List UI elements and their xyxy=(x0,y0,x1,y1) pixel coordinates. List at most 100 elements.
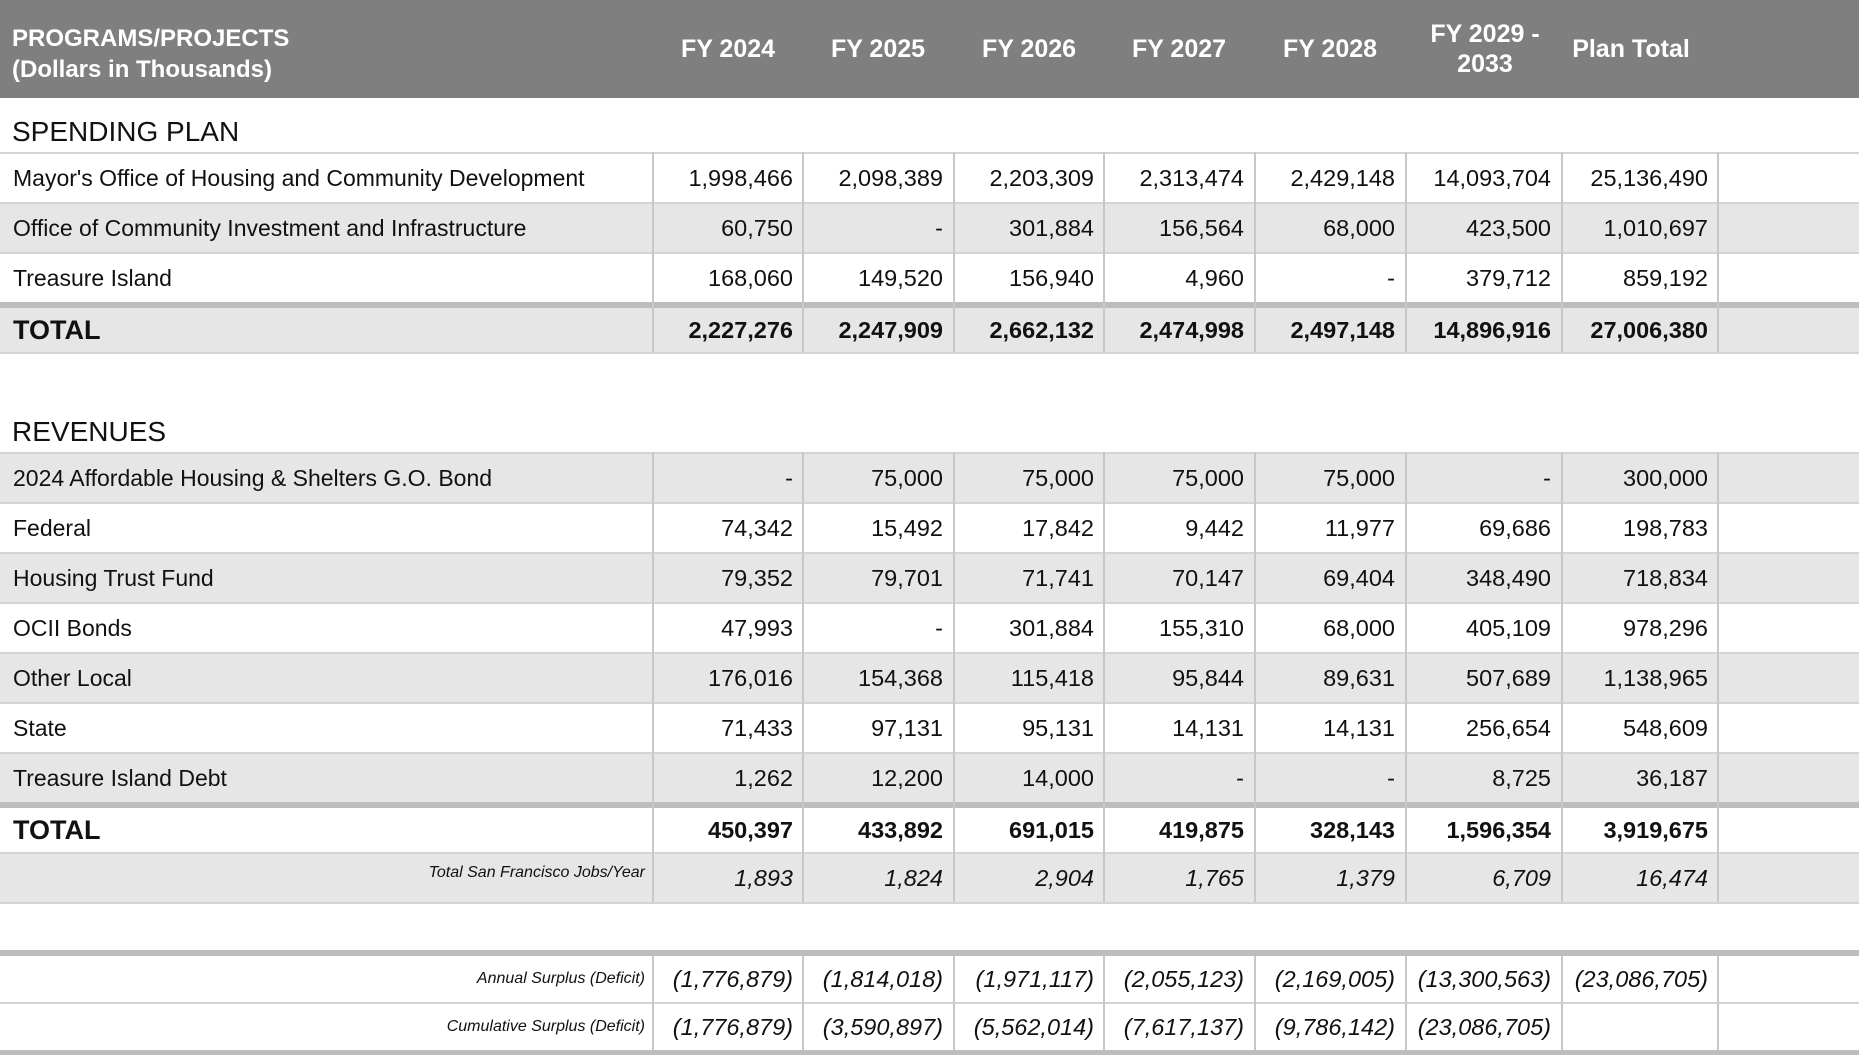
cell-fy2025: - xyxy=(935,214,943,241)
cell-fy2024: 1,262 xyxy=(734,764,793,791)
table-row-housing-trust-fund: Housing Trust Fund 79,352 79,701 71,741 … xyxy=(0,554,1859,602)
cell-fy2024: 176,016 xyxy=(708,664,793,691)
column-divider xyxy=(1254,452,1256,902)
cell-fy2025: 75,000 xyxy=(871,464,943,491)
cell-fy2029-2033: 1,596,354 xyxy=(1446,816,1551,843)
cell-fy2029-2033: 256,654 xyxy=(1466,714,1551,741)
col-header-fy2026: FY 2026 xyxy=(981,35,1077,63)
cell-fy2029-2033: 14,093,704 xyxy=(1433,164,1551,191)
row-label: Total San Francisco Jobs/Year xyxy=(428,864,645,881)
cell-fy2028: 68,000 xyxy=(1323,214,1395,241)
column-divider xyxy=(953,452,955,902)
cell-fy2026: (5,562,014) xyxy=(973,1013,1094,1040)
cell-fy2026: 75,000 xyxy=(1022,464,1094,491)
header-label-line1: PROGRAMS/PROJECTS xyxy=(12,25,290,52)
table-row-spending-total: TOTAL 2,227,276 2,247,909 2,662,132 2,47… xyxy=(0,308,1859,352)
cell-fy2029-2033: (13,300,563) xyxy=(1417,965,1551,992)
cell-fy2026: 71,741 xyxy=(1022,564,1094,591)
table-row-go-bond: 2024 Affordable Housing & Shelters G.O. … xyxy=(0,454,1859,502)
divider xyxy=(0,902,1859,904)
cell-fy2026: 115,418 xyxy=(1010,664,1094,691)
col-header-fy2028: FY 2028 xyxy=(1282,35,1378,63)
cell-fy2025: 433,892 xyxy=(858,816,943,843)
cell-fy2025: (1,814,018) xyxy=(822,965,943,992)
cell-fy2024: - xyxy=(785,464,793,491)
header-label-line2: (Dollars in Thousands) xyxy=(12,56,273,83)
column-divider xyxy=(802,956,804,1050)
cell-fy2026: 691,015 xyxy=(1009,816,1094,843)
row-label: TOTAL xyxy=(13,314,101,345)
cell-fy2024: 168,060 xyxy=(708,264,793,291)
cell-fy2025: (3,590,897) xyxy=(822,1013,943,1040)
cell-fy2028: 1,379 xyxy=(1336,864,1395,891)
column-divider xyxy=(1405,152,1407,352)
col-header-fy2029-2033: FY 2029 - 2033 xyxy=(1430,20,1540,78)
cell-fy2024: 1,893 xyxy=(734,864,793,891)
column-divider xyxy=(802,452,804,902)
row-label: Other Local xyxy=(13,664,132,691)
table-row-state: State 71,433 97,131 95,131 14,131 14,131… xyxy=(0,704,1859,752)
row-label: Treasure Island xyxy=(13,264,172,291)
table-row-federal: Federal 74,342 15,492 17,842 9,442 11,97… xyxy=(0,504,1859,552)
col-header-fy2027: FY 2027 xyxy=(1131,35,1227,63)
cell-fy2024: 2,227,276 xyxy=(688,316,793,343)
column-divider xyxy=(1103,956,1105,1050)
column-divider xyxy=(652,452,654,902)
cell-fy2026: 156,940 xyxy=(1009,264,1094,291)
cell-fy2024: 71,433 xyxy=(721,714,793,741)
cell-fy2029-2033: (23,086,705) xyxy=(1417,1013,1551,1040)
cell-fy2028: 14,131 xyxy=(1323,714,1395,741)
cell-fy2025: 149,520 xyxy=(858,264,943,291)
row-label: Cumulative Surplus (Deficit) xyxy=(446,1018,645,1035)
cell-fy2024: (1,776,879) xyxy=(672,1013,793,1040)
cell-fy2028: 69,404 xyxy=(1323,564,1395,591)
row-label: Federal xyxy=(13,514,91,541)
cell-fy2025: - xyxy=(935,614,943,641)
cell-fy2028: 68,000 xyxy=(1323,614,1395,641)
cell-fy2027: 2,474,998 xyxy=(1139,316,1244,343)
column-divider xyxy=(1405,956,1407,1050)
cell-fy2028: - xyxy=(1387,764,1395,791)
column-divider xyxy=(1717,956,1719,1050)
cell-fy2025: 154,368 xyxy=(858,664,943,691)
cell-plan-total: 3,919,675 xyxy=(1603,816,1708,843)
row-label: TOTAL xyxy=(13,814,101,845)
section-title-spending-plan: SPENDING PLAN xyxy=(12,116,240,147)
cell-plan-total: 25,136,490 xyxy=(1590,164,1708,191)
cell-fy2025: 2,098,389 xyxy=(838,164,943,191)
cell-fy2025: 2,247,909 xyxy=(838,316,943,343)
cell-fy2025: 15,492 xyxy=(871,514,943,541)
cell-plan-total: 548,609 xyxy=(1623,714,1708,741)
cell-fy2026: 17,842 xyxy=(1022,514,1094,541)
cell-fy2027: 75,000 xyxy=(1172,464,1244,491)
cell-fy2026: 301,884 xyxy=(1009,614,1094,641)
cell-fy2029-2033: 6,709 xyxy=(1492,864,1551,891)
column-divider xyxy=(1103,152,1105,352)
cell-plan-total: 978,296 xyxy=(1623,614,1708,641)
cell-fy2027: 419,875 xyxy=(1159,816,1244,843)
cell-fy2027: - xyxy=(1236,764,1244,791)
cell-fy2027: 14,131 xyxy=(1172,714,1244,741)
cell-fy2024: 47,993 xyxy=(721,614,793,641)
cell-fy2025: 1,824 xyxy=(884,864,943,891)
col-header-fy2025: FY 2025 xyxy=(830,35,926,63)
cell-fy2027: 1,765 xyxy=(1185,864,1244,891)
cell-fy2024: 79,352 xyxy=(721,564,793,591)
cell-fy2028: (9,786,142) xyxy=(1274,1013,1395,1040)
col-header-plan-total: Plan Total xyxy=(1572,35,1690,63)
cell-fy2029-2033: 507,689 xyxy=(1466,664,1551,691)
table-row-treasure-island-debt: Treasure Island Debt 1,262 12,200 14,000… xyxy=(0,754,1859,802)
section-title-revenues: REVENUES xyxy=(12,416,167,447)
row-label: Mayor's Office of Housing and Community … xyxy=(13,164,585,191)
table-row-other-local: Other Local 176,016 154,368 115,418 95,8… xyxy=(0,654,1859,702)
cell-plan-total: 1,010,697 xyxy=(1603,214,1708,241)
cell-fy2028: 11,977 xyxy=(1324,514,1395,541)
table-header: PROGRAMS/PROJECTS (Dollars in Thousands)… xyxy=(0,0,1859,98)
column-divider xyxy=(1561,956,1563,1050)
cell-plan-total: 36,187 xyxy=(1636,764,1708,791)
cell-fy2028: 75,000 xyxy=(1323,464,1395,491)
cell-fy2029-2033: 14,896,916 xyxy=(1433,316,1551,343)
table-row-revenues-total: TOTAL 450,397 433,892 691,015 419,875 32… xyxy=(0,808,1859,852)
cell-fy2026: 301,884 xyxy=(1009,214,1094,241)
cell-fy2028: - xyxy=(1387,264,1395,291)
